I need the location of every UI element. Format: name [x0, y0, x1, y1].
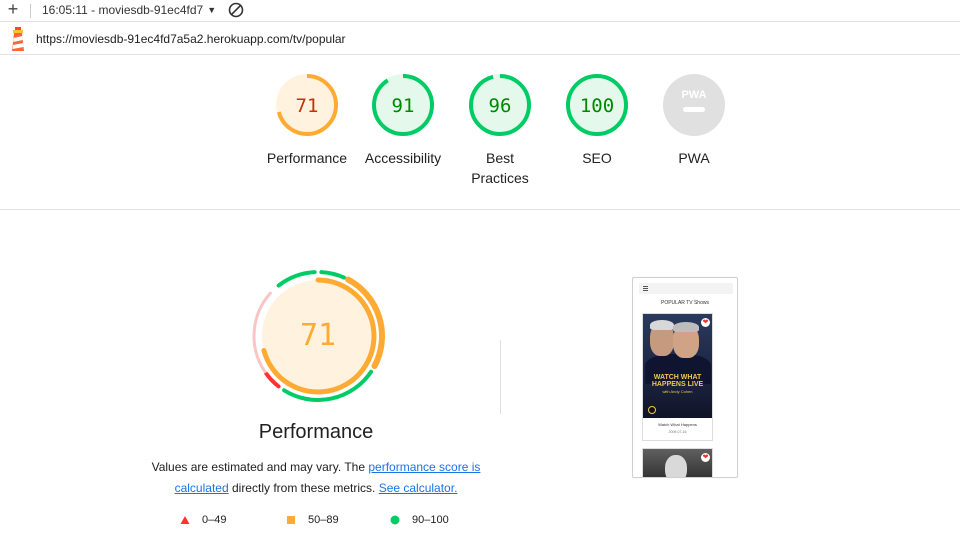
category-gauges: 71 Performance 91 Accessibility 96 Best Pract…	[0, 72, 960, 202]
gauge-fill	[663, 74, 725, 136]
gauge-label: Accessibility	[364, 150, 442, 166]
poster-hair	[673, 322, 699, 332]
gauge-seo[interactable]: 100 SEO	[549, 72, 645, 168]
final-screenshot[interactable]: POPULAR TV Shows WATCH WHAT HAPPENS LIVE …	[632, 277, 738, 478]
legend-item: 90–100	[390, 514, 449, 526]
pwa-badge-text: PWA	[681, 89, 706, 101]
gauge-label: Performance	[266, 150, 348, 166]
heart-icon: ❤	[701, 453, 710, 462]
gauge-score: 96	[489, 95, 512, 117]
see-calculator-link[interactable]: See calculator.	[379, 481, 458, 495]
gauge-label: Best Practices	[471, 150, 529, 186]
show-card: ❤	[642, 448, 713, 477]
vertical-divider	[500, 340, 501, 414]
clear-block-icon[interactable]	[228, 2, 244, 18]
gauge-label: SEO	[582, 150, 612, 166]
show-card: WATCH WHAT HAPPENS LIVE with Andy Cohen ❤…	[642, 313, 713, 441]
rating-ring	[648, 406, 656, 414]
gauge-score: 71	[296, 95, 319, 117]
gauge-ring: 96	[469, 74, 531, 136]
top-toolbar: + 16:05:11 - moviesdb-91ec4fd7 ▼	[0, 0, 960, 22]
poster-hair	[650, 320, 674, 330]
gauge-ring: PWA	[663, 74, 725, 136]
show-date: 2009-07-16	[668, 430, 687, 434]
gauge-label: PWA	[678, 150, 710, 166]
chevron-down-icon: ▼	[207, 5, 217, 15]
gauge-ring: 71	[276, 74, 338, 136]
poster-title-line: WATCH WHAT	[653, 374, 702, 381]
legend-label: 50–89	[308, 514, 339, 526]
gauge-best-practices[interactable]: 96 Best Practices	[452, 72, 548, 188]
poster-title: WATCH WHAT HAPPENS LIVE	[643, 374, 712, 388]
score-legend: 0–49 50–89 90–100	[180, 514, 480, 532]
metric-arc-si	[319, 270, 347, 280]
performance-note: Values are estimated and may vary. The p…	[146, 457, 486, 499]
circle-icon	[390, 515, 400, 525]
show-poster: WATCH WHAT HAPPENS LIVE with Andy Cohen ❤	[643, 314, 712, 418]
heart-icon: ❤	[701, 318, 710, 327]
lighthouse-logo-icon	[12, 27, 24, 51]
new-report-button[interactable]: +	[4, 0, 22, 20]
hamburger-icon	[643, 286, 648, 291]
section-divider	[0, 209, 960, 210]
gauge-score: 100	[580, 95, 614, 117]
poster-subtitle: with Andy Cohen	[662, 389, 693, 394]
session-label: 16:05:11 - moviesdb-91ec4fd7	[42, 3, 204, 17]
screenshot-page-title: POPULAR TV Shows	[661, 300, 709, 306]
toolbar-divider	[30, 4, 31, 18]
legend-label: 0–49	[202, 514, 227, 526]
big-gauge-score: 71	[300, 318, 336, 353]
legend-item: 50–89	[286, 514, 339, 526]
pwa-na-bar	[683, 107, 705, 112]
note-middle: directly from these metrics.	[228, 481, 379, 495]
triangle-icon	[180, 516, 190, 524]
performance-title: Performance	[258, 421, 374, 443]
gauge-pwa[interactable]: PWA PWA	[646, 72, 742, 168]
session-dropdown[interactable]: 16:05:11 - moviesdb-91ec4fd7 ▼	[42, 3, 216, 17]
poster-face	[665, 455, 687, 477]
gauge-accessibility[interactable]: 91 Accessibility	[355, 72, 451, 168]
note-prefix: Values are estimated and may vary. The	[151, 460, 369, 474]
screenshot-navbar	[639, 283, 733, 294]
show-poster: ❤	[643, 449, 712, 477]
gauge-performance[interactable]: 71 Performance	[259, 72, 355, 168]
gauge-score: 91	[392, 95, 415, 117]
url-bar: https://moviesdb-91ec4fd7a5a2.herokuapp.…	[0, 23, 960, 55]
show-caption: Watch What Happens	[658, 422, 697, 427]
gauge-ring: 91	[372, 74, 434, 136]
gauge-ring: 100	[566, 74, 628, 136]
performance-big-gauge: 71	[252, 270, 385, 402]
legend-item: 0–49	[180, 514, 226, 526]
poster-title-line: HAPPENS LIVE	[651, 381, 704, 388]
legend-label: 90–100	[412, 514, 449, 526]
square-icon	[287, 516, 295, 524]
audited-url[interactable]: https://moviesdb-91ec4fd7a5a2.herokuapp.…	[36, 32, 346, 46]
